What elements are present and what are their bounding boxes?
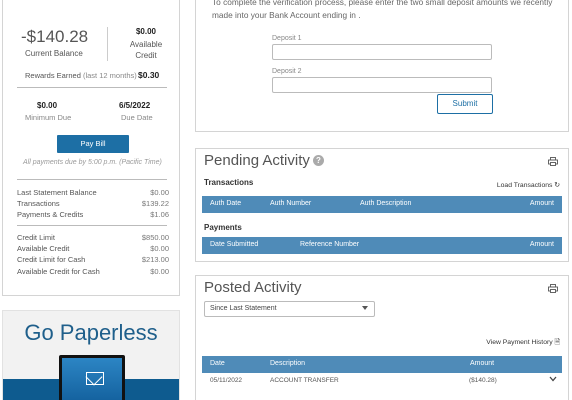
rewards-text: Rewards Earned: [25, 71, 81, 80]
transactions-heading: Transactions: [204, 178, 254, 187]
credit-value: $0.00: [150, 267, 169, 276]
selected-period: Since Last Statement: [210, 305, 277, 312]
divider: [17, 87, 167, 88]
statement-label: Payments & Credits: [17, 210, 84, 219]
load-transactions-label: Load Transactions: [496, 182, 553, 189]
credit-value: $213.00: [141, 255, 169, 264]
chevron-down-icon[interactable]: [549, 376, 557, 382]
view-payment-history-link[interactable]: View Payment History 🗎: [486, 338, 560, 349]
column-header: Date Submitted: [210, 241, 259, 248]
payment-deadline-note: All payments due by 5:00 p.m. (Pacific T…: [23, 159, 162, 166]
chevron-down-icon: [362, 306, 368, 310]
statement-row-last-balance: Last Statement Balance $0.00: [17, 188, 169, 197]
available-credit-amount: $0.00: [135, 27, 157, 36]
statement-row-transactions: Transactions $139.22: [17, 199, 169, 208]
account-summary-card: -$140.28 Current Balance $0.00 Available…: [2, 0, 180, 296]
balance-row: -$140.28 Current Balance $0.00 Available…: [3, 27, 179, 67]
credit-label: Credit Limit for Cash: [17, 255, 86, 264]
payments-table-header: Date Submitted Reference Number Amount: [202, 237, 562, 254]
due-date-value: 6/5/2022: [119, 101, 151, 110]
print-icon[interactable]: [548, 157, 558, 166]
question-circle-icon[interactable]: ?: [312, 155, 324, 166]
go-paperless-title: Go Paperless: [24, 320, 158, 345]
column-header: Amount: [529, 200, 554, 207]
column-header: Amount: [470, 360, 495, 367]
credit-value: $850.00: [141, 233, 169, 242]
payments-heading: Payments: [204, 223, 242, 232]
column-header: Reference Number: [300, 241, 360, 248]
divider: [17, 179, 167, 180]
credit-row-available-cash: Available Credit for Cash $0.00: [17, 267, 169, 276]
credit-value: $0.00: [150, 244, 169, 253]
credit-label: Credit Limit: [17, 233, 55, 242]
posted-activity-title: Posted Activity: [204, 279, 302, 296]
deposit2-input[interactable]: [272, 77, 492, 93]
transactions-table-header: Auth Date Auth Number Auth Description A…: [202, 196, 562, 213]
verification-panel: To complete the verification process, pl…: [195, 0, 569, 132]
pending-activity-panel: Pending Activity? Transactions Load Tran…: [195, 148, 569, 262]
credit-label: Available Credit: [17, 244, 70, 253]
deposit1-input[interactable]: [272, 44, 492, 60]
refresh-icon: ↻: [554, 182, 560, 189]
row-description: ACCOUNT TRANSFER: [270, 377, 339, 384]
statement-value: $0.00: [150, 188, 169, 197]
minimum-due-label: Minimum Due: [25, 113, 72, 122]
pay-bill-button[interactable]: Pay Bill: [57, 135, 129, 153]
print-icon[interactable]: [548, 284, 558, 293]
rewards-value: $0.30: [138, 70, 160, 80]
view-payment-history-label: View Payment History: [486, 339, 553, 346]
credit-row-cash-limit: Credit Limit for Cash $213.00: [17, 255, 169, 264]
row-date: 05/11/2022: [210, 377, 243, 384]
submit-button[interactable]: Submit: [437, 94, 493, 114]
column-header: Auth Number: [270, 200, 312, 207]
statement-value: $1.06: [150, 210, 169, 219]
monitor-screen: [62, 358, 122, 400]
due-date-label: Due Date: [121, 113, 153, 122]
statement-label: Last Statement Balance: [17, 188, 97, 197]
rewards-period: (last 12 months): [82, 71, 137, 80]
credit-row-available: Available Credit $0.00: [17, 244, 169, 253]
credit-label: Available Credit for Cash: [17, 267, 100, 276]
minimum-due-amount: $0.00: [37, 101, 58, 110]
column-header: Date: [210, 360, 225, 367]
column-header: Auth Date: [210, 200, 242, 207]
balance-divider: [107, 27, 108, 61]
deposit1-label: Deposit 1: [272, 35, 302, 42]
current-balance-label: Current Balance: [25, 49, 83, 58]
deposit2-label: Deposit 2: [272, 68, 302, 75]
divider: [17, 225, 167, 226]
column-header: Amount: [529, 241, 554, 248]
statement-row-payments-credits: Payments & Credits $1.06: [17, 210, 169, 219]
verification-instructions: To complete the verification process, pl…: [212, 0, 553, 20]
column-header: Description: [270, 360, 306, 367]
statement-label: Transactions: [17, 199, 60, 208]
monitor-illustration: [59, 355, 125, 400]
statement-value: $139.22: [141, 199, 169, 208]
rewards-label: Rewards Earned (last 12 months): [25, 71, 137, 80]
envelope-icon: [86, 372, 104, 385]
posted-table-header: Date Description Amount: [202, 356, 562, 373]
go-paperless-promo[interactable]: Go Paperless: [2, 310, 180, 400]
available-credit-label: Available Credit: [129, 40, 163, 60]
activity-period-select[interactable]: Since Last Statement: [204, 301, 375, 317]
credit-row-limit: Credit Limit $850.00: [17, 233, 169, 242]
document-icon: 🗎: [554, 339, 560, 346]
pending-activity-title-text: Pending Activity: [204, 152, 310, 169]
load-transactions-link[interactable]: Load Transactions ↻: [497, 181, 560, 189]
row-amount: ($140.28): [469, 377, 497, 384]
posted-activity-panel: Posted Activity Since Last Statement Vie…: [195, 275, 569, 400]
current-balance-amount: -$140.28: [21, 27, 89, 46]
pending-activity-title: Pending Activity?: [204, 152, 324, 169]
column-header: Auth Description: [360, 200, 412, 207]
